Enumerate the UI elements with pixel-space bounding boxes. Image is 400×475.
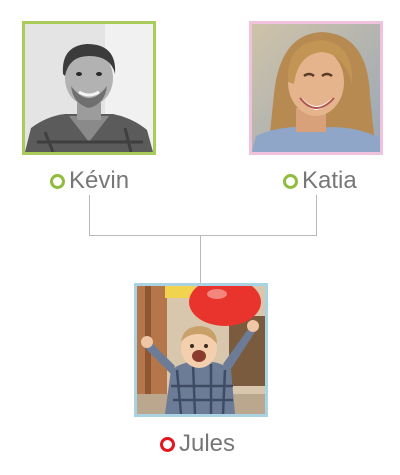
child-name-label: Jules <box>160 432 235 456</box>
mother-photo[interactable] <box>249 21 383 155</box>
father-connector-line <box>89 195 90 236</box>
mother-name-label: Katia <box>283 169 357 193</box>
father-name-label: Kévin <box>50 169 129 193</box>
child-connector-line <box>200 235 201 283</box>
child-photo[interactable] <box>134 283 268 417</box>
child-name: Jules <box>179 430 236 457</box>
woman-portrait-image <box>252 24 380 152</box>
mother-connector-line <box>316 195 317 236</box>
father-name: Kévin <box>69 167 130 194</box>
parents-horizontal-connector <box>89 235 317 236</box>
father-photo[interactable] <box>22 21 156 155</box>
online-status-icon <box>283 173 298 189</box>
offline-status-icon <box>160 436 175 452</box>
man-portrait-image <box>25 24 153 152</box>
online-status-icon <box>50 173 65 189</box>
toddler-with-balloon-image <box>137 286 265 414</box>
mother-name: Katia <box>302 167 357 194</box>
